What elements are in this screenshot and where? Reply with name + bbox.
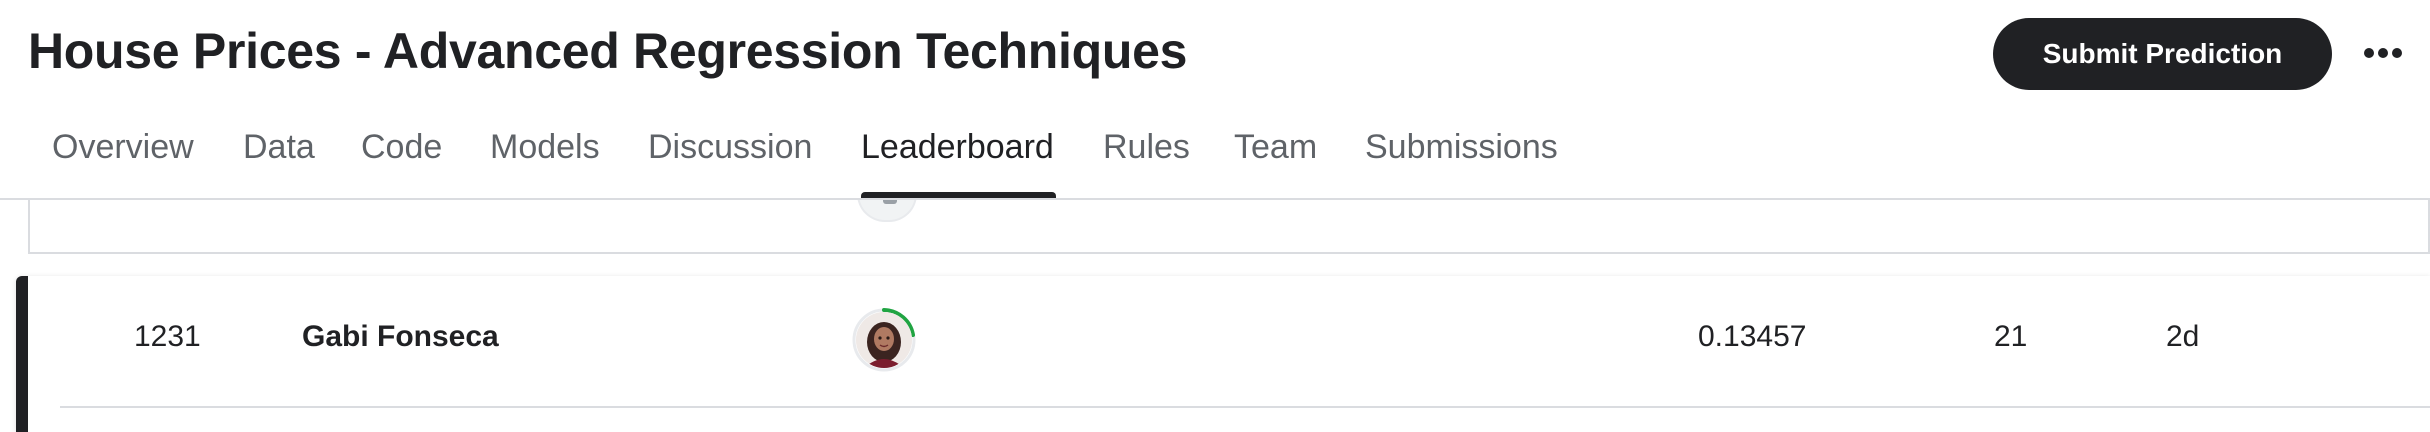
score-value: 0.13457 [1698,320,1807,353]
last-submission: 2d [2166,320,2200,353]
user-photo-icon [856,312,912,368]
tab-rules[interactable]: Rules [1103,128,1190,167]
tab-discussion[interactable]: Discussion [648,128,812,167]
rank-value: 1231 [134,320,201,353]
more-horizontal-icon [2364,48,2402,58]
tab-models[interactable]: Models [490,128,600,167]
avatar [856,312,912,368]
team-name[interactable]: Gabi Fonseca [302,320,499,354]
more-options-button[interactable] [2360,30,2406,76]
current-user-indicator [16,276,28,432]
competition-tabs: Overview Data Code Models Discussion Lea… [0,118,2430,198]
tab-submissions[interactable]: Submissions [1365,128,1558,167]
tab-overview[interactable]: Overview [52,128,194,167]
competition-header: House Prices - Advanced Regression Techn… [0,0,2430,200]
entries-count: 21 [1994,320,2028,353]
header-divider [0,198,2430,200]
tab-leaderboard[interactable]: Leaderboard [861,128,1054,167]
submit-prediction-button[interactable]: Submit Prediction [1993,18,2332,90]
row-divider [60,406,2430,408]
team-member-avatar[interactable] [852,308,916,372]
tab-code[interactable]: Code [361,128,442,167]
tab-team[interactable]: Team [1234,128,1317,167]
page-title: House Prices - Advanced Regression Techn… [28,23,1188,79]
tab-data[interactable]: Data [243,128,315,167]
leaderboard-row-current[interactable]: 1231 Gabi Fonseca 0.13457 21 2d [16,276,2430,432]
